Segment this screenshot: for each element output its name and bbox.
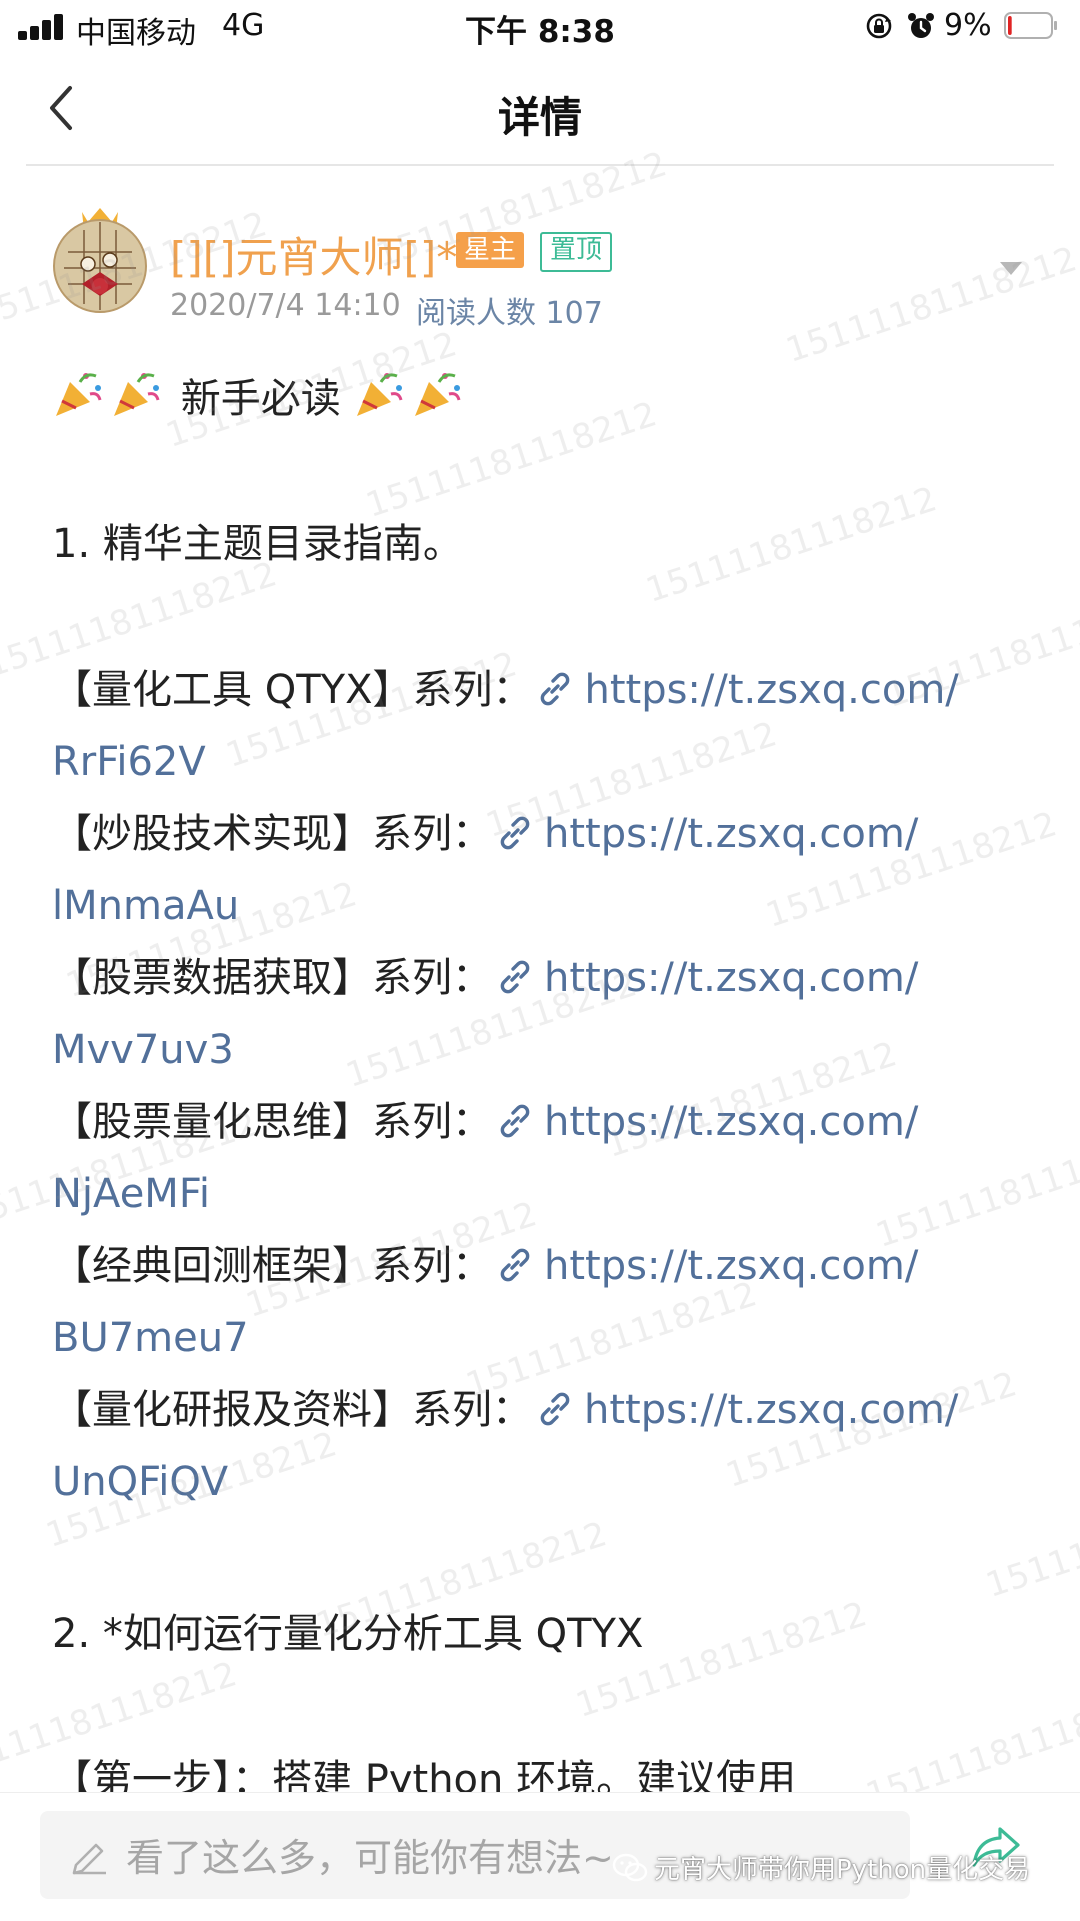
series-link[interactable]: https://t.zsxq.com/	[584, 667, 958, 713]
series-label: 【股票量化思维】系列：	[52, 1099, 492, 1145]
read-count: 阅读人数 107	[416, 296, 603, 331]
comment-placeholder: 看了这么多，可能你有想法~	[126, 1836, 614, 1880]
post-heading: 新手必读	[52, 368, 469, 428]
watermark-text: 15111181118212	[641, 479, 942, 611]
series-item: 【股票数据获取】系列： https://t.zsxq.com/	[52, 948, 918, 1008]
comment-bar: 看了这么多，可能你有想法~ 元宵大师带你用Python量化交易	[0, 1792, 1080, 1921]
link-icon	[500, 960, 530, 994]
series-item: 【炒股技术实现】系列： https://t.zsxq.com/	[52, 804, 918, 864]
series-link[interactable]: https://t.zsxq.com/	[544, 1099, 918, 1145]
nav-divider	[26, 164, 1054, 166]
series-link-continued[interactable]: BU7meu7	[52, 1308, 249, 1368]
series-item: 【量化研报及资料】系列： https://t.zsxq.com/	[52, 1380, 958, 1440]
link-icon	[500, 1248, 530, 1282]
party-popper-icon	[357, 373, 403, 416]
watermark-text: 15111181118212	[981, 1474, 1080, 1606]
series-item: 【量化工具 QTYX】系列： https://t.zsxq.com/	[52, 660, 959, 720]
battery-icon	[1004, 12, 1057, 39]
author-name[interactable]: [][]元宵大师[]*	[170, 224, 457, 285]
series-label: 【经典回测框架】系列：	[52, 1243, 492, 1289]
series-link-continued[interactable]: Mvv7uv3	[52, 1020, 234, 1080]
nav-bar: 详情	[0, 54, 1080, 166]
badge-pinned: 置顶	[540, 232, 613, 272]
post-date: 2020/7/4 14:10	[170, 288, 401, 323]
series-link-continued[interactable]: NjAeMFi	[52, 1164, 210, 1224]
post-heading-text: 新手必读	[180, 376, 341, 422]
link-icon	[500, 1104, 530, 1138]
wechat-tag-text: 元宵大师带你用Python量化交易	[654, 1855, 1031, 1885]
party-popper-icon	[114, 373, 160, 416]
series-link-continued[interactable]: lMnmaAu	[52, 876, 239, 936]
series-item: 【股票量化思维】系列： https://t.zsxq.com/	[52, 1092, 918, 1152]
series-item: 【经典回测框架】系列： https://t.zsxq.com/	[52, 1236, 918, 1296]
battery-percent: 9%	[944, 8, 992, 43]
wechat-source-tag: 元宵大师带你用Python量化交易	[612, 1849, 1030, 1886]
party-popper-icon	[56, 373, 102, 416]
pencil-icon	[72, 1843, 106, 1875]
alarm-icon	[908, 13, 934, 38]
more-caret-icon[interactable]	[1000, 262, 1022, 275]
post-header: [][]元宵大师[]* 星主 置顶 2020/7/4 14:10 阅读人数 10…	[52, 200, 1032, 331]
party-popper-icon	[415, 373, 461, 416]
series-label: 【炒股技术实现】系列：	[52, 811, 492, 857]
rotation-lock-icon	[866, 13, 892, 39]
series-label: 【量化研报及资料】系列：	[52, 1387, 532, 1433]
series-link[interactable]: https://t.zsxq.com/	[544, 1243, 918, 1289]
section-title: 2. *如何运行量化分析工具 QTYX	[52, 1611, 644, 1657]
series-link-continued[interactable]: UnQFiQV	[52, 1452, 228, 1512]
link-icon	[540, 1392, 570, 1426]
series-link[interactable]: https://t.zsxq.com/	[544, 811, 918, 857]
badge-star-owner: 星主	[456, 232, 525, 268]
series-label: 【量化工具 QTYX】系列：	[52, 667, 533, 713]
page-title: 详情	[497, 93, 582, 142]
link-icon	[541, 672, 570, 706]
link-icon	[500, 816, 530, 850]
avatar[interactable]	[52, 200, 148, 315]
series-link[interactable]: https://t.zsxq.com/	[544, 955, 918, 1001]
section-title: 1. 精华主题目录指南。	[52, 521, 463, 567]
series-link-continued[interactable]: RrFi62V	[52, 732, 206, 792]
status-bar: 中国移动 4G 下午 8:38 9%	[0, 0, 1080, 54]
wechat-icon	[612, 1853, 648, 1881]
series-link[interactable]: https://t.zsxq.com/	[584, 1387, 958, 1433]
series-label: 【股票数据获取】系列：	[52, 955, 492, 1001]
